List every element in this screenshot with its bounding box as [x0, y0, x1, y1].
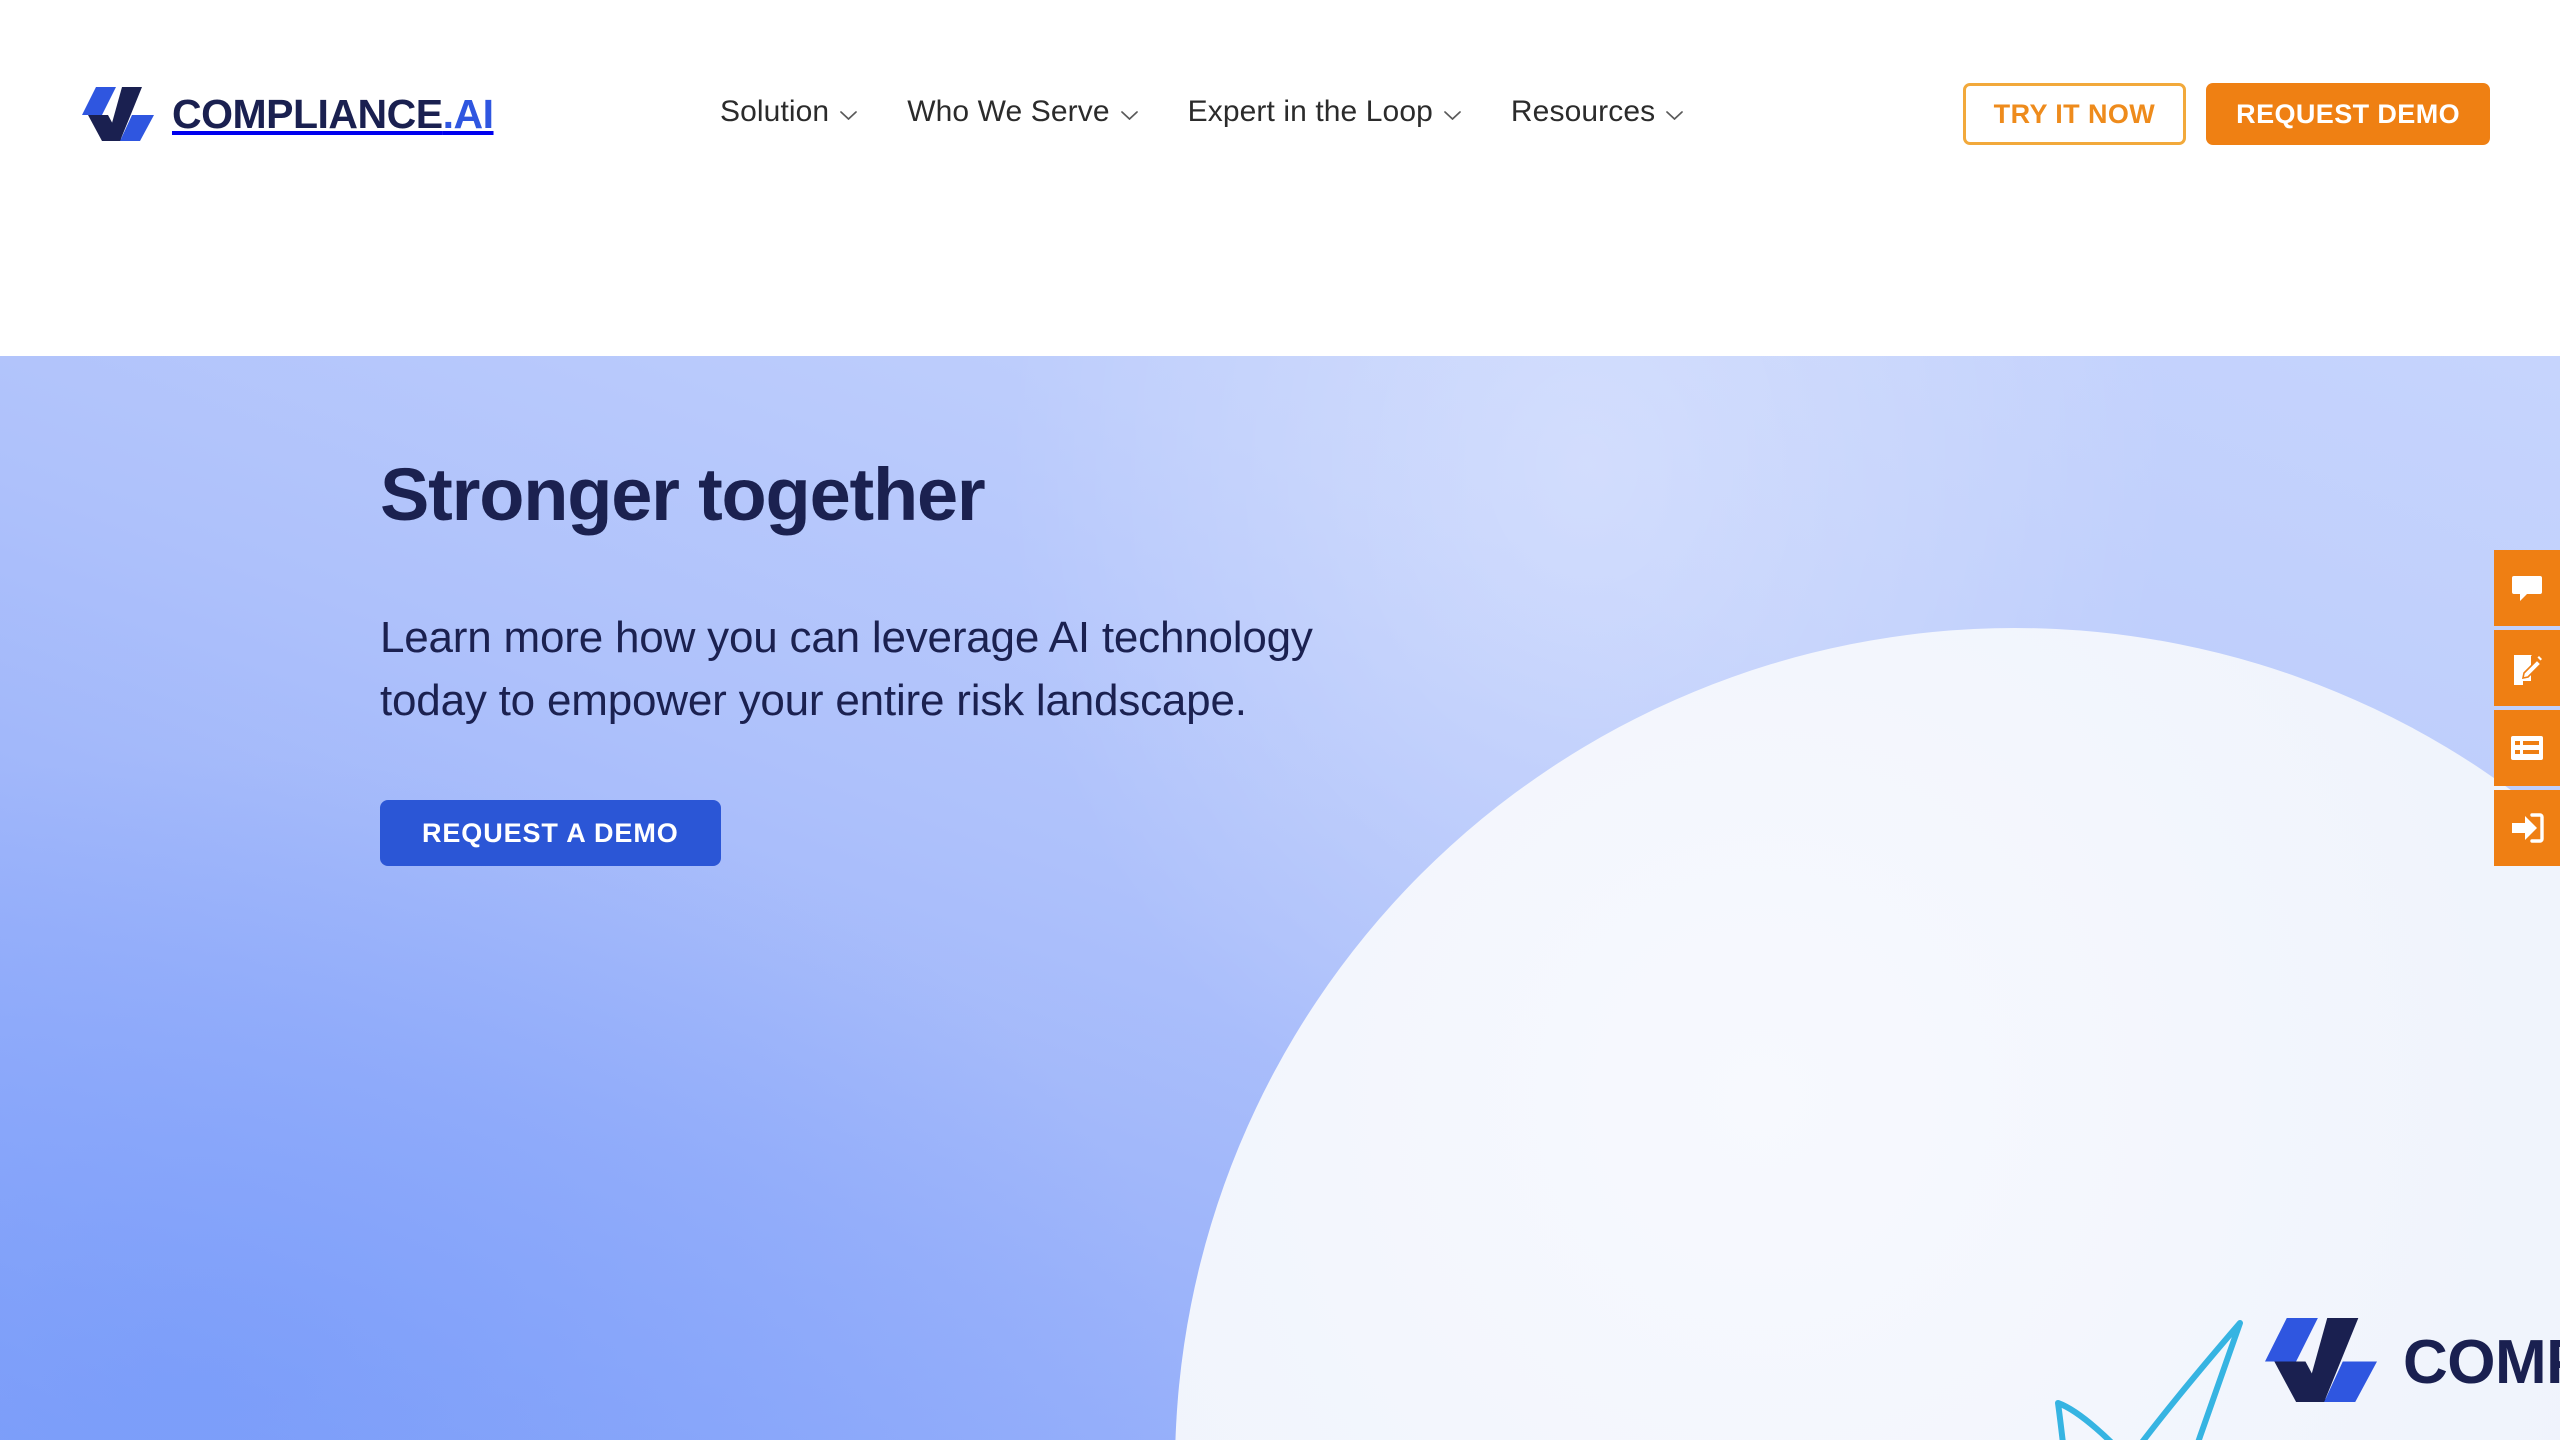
try-it-now-button[interactable]: TRY IT NOW [1962, 83, 2187, 145]
hero-request-demo-button[interactable]: REQUEST A DEMO [380, 800, 721, 867]
chevron-down-icon [1120, 110, 1138, 120]
hero-art-compliance-logo: COMPLIANCE.AI [2265, 1314, 2560, 1411]
logo-wordmark-suffix: .AI [442, 90, 494, 137]
header-cta-group: TRY IT NOW REQUEST DEMO [1962, 83, 2490, 145]
compliance-ai-chevron-logo-icon [82, 85, 154, 143]
primary-nav: Solution Who We Serve Expert in the Loop… [720, 95, 1708, 129]
nav-item-solution[interactable]: Solution [720, 95, 882, 129]
chevron-down-icon [840, 110, 858, 120]
nav-item-resources[interactable]: Resources [1486, 95, 1708, 129]
feedback-button[interactable] [2494, 630, 2560, 706]
hero-copy: Stronger together Learn more how you can… [380, 453, 1780, 867]
chevron-down-icon [1666, 110, 1684, 120]
nav-item-label: Who We Serve [907, 95, 1110, 128]
hero-subtitle-line-2: today to empower your entire risk landsc… [380, 676, 1247, 726]
nav-item-label: Expert in the Loop [1187, 95, 1433, 128]
request-demo-button[interactable]: REQUEST DEMO [2206, 83, 2490, 145]
nav-item-who-we-serve[interactable]: Who We Serve [882, 95, 1162, 129]
sign-in-arrow-icon [2510, 812, 2544, 844]
chat-button[interactable] [2494, 550, 2560, 626]
login-button[interactable] [2494, 790, 2560, 866]
hero-title: Stronger together [380, 453, 986, 536]
newsletter-button[interactable] [2494, 710, 2560, 786]
form-list-icon [2510, 733, 2544, 763]
logo-wordmark: COMPLIANCE.AI [172, 90, 494, 137]
edit-document-icon [2510, 651, 2544, 685]
nav-item-label: Solution [720, 95, 830, 128]
hero-subtitle-line-1: Learn more how you can leverage AI techn… [380, 612, 1313, 662]
chevron-down-icon [1444, 110, 1461, 120]
compliance-ai-chevron-logo-icon [2265, 1314, 2377, 1411]
floating-action-rail [2494, 550, 2560, 866]
chat-bubble-icon [2510, 571, 2544, 605]
hero-section: COMPLIANCE.AI A A Stronger together Lear… [0, 356, 2560, 1440]
nav-item-expert-in-the-loop[interactable]: Expert in the Loop [1163, 95, 1486, 129]
hero-art-logo-word: COMPLIANCE.AI [2403, 1328, 2560, 1397]
hero-subtitle: Learn more how you can leverage AI techn… [380, 606, 1780, 733]
hand-drawn-check-arrow-icon [2040, 1311, 2270, 1440]
logo-wordmark-main: COMPLIANCE [172, 90, 443, 137]
page-root: COMPLIANCE.AI Solution Who We Serve Expe… [0, 0, 2560, 1440]
site-logo[interactable]: COMPLIANCE.AI [82, 85, 494, 143]
nav-item-label: Resources [1510, 95, 1656, 128]
site-header: COMPLIANCE.AI Solution Who We Serve Expe… [0, 0, 2560, 356]
